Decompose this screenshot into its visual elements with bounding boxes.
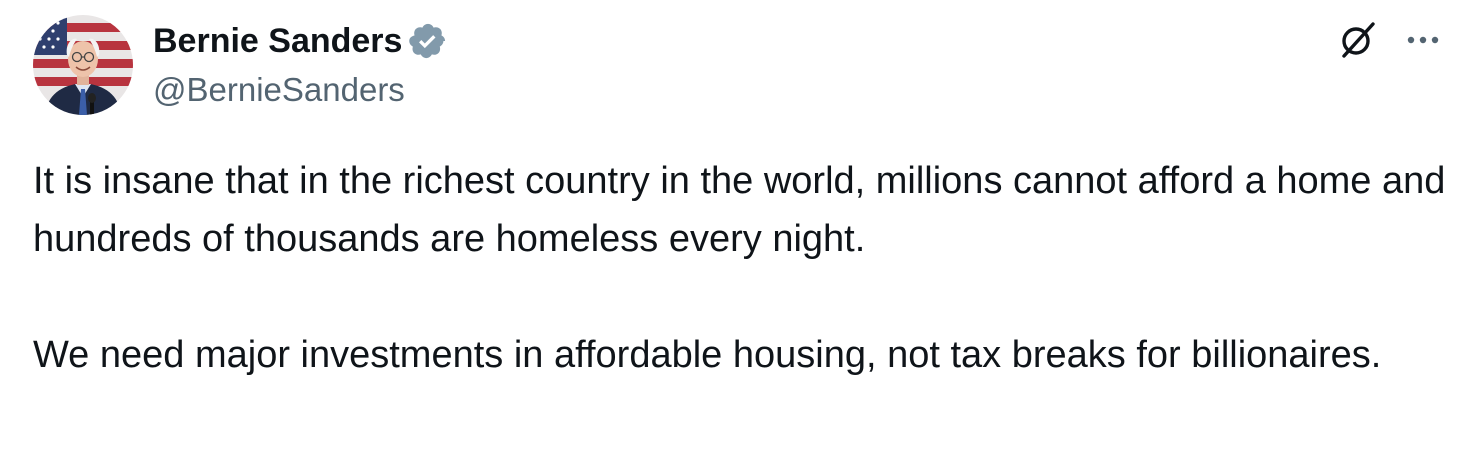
tweet-paragraph: We need major investments in affordable …	[33, 334, 1382, 376]
tweet-card[interactable]: Bernie Sanders @BernieSanders It is insa…	[0, 0, 1474, 456]
tweet-paragraph: It is insane that in the richest country…	[33, 160, 1446, 260]
author-display-name[interactable]: Bernie Sanders	[153, 18, 402, 64]
verified-badge-icon[interactable]	[408, 21, 448, 61]
more-options-icon[interactable]	[1400, 20, 1446, 60]
tweet-text: It is insane that in the richest country…	[33, 152, 1453, 384]
grok-icon[interactable]	[1336, 18, 1380, 62]
author-avatar[interactable]	[33, 15, 133, 115]
author-name-row: Bernie Sanders	[153, 18, 448, 64]
avatar-image	[33, 15, 133, 115]
author-handle[interactable]: @BernieSanders	[153, 68, 405, 112]
